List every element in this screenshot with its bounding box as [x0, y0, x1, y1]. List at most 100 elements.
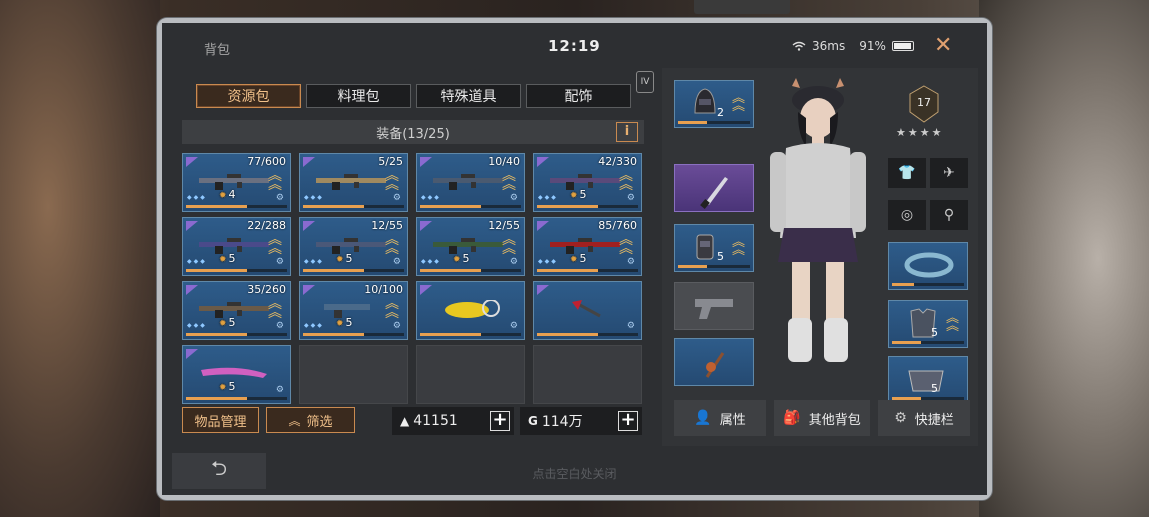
shortcut-bar-button[interactable]: ⚙ 快捷栏 — [878, 400, 970, 436]
bracelet-slot[interactable] — [888, 242, 968, 290]
durability-bar — [678, 265, 750, 268]
info-button[interactable]: i — [616, 122, 638, 142]
durability-bar — [186, 269, 287, 272]
settings-icon: ⚙ — [626, 193, 635, 203]
tab-resource-bag[interactable]: 资源包 — [196, 84, 301, 108]
currency-primary-value: 41151 — [413, 413, 458, 429]
inventory-slot[interactable]: 12/55︽︽ ◆◆◆ 5 ⚙ — [299, 217, 408, 276]
pistol-icon — [695, 299, 733, 319]
currency-secondary: G 114万 + — [520, 407, 642, 435]
background-right — [979, 0, 1149, 517]
inventory-slot[interactable]: 35/260︽︽ ◆◆◆ 5 ⚙ — [182, 281, 291, 340]
helmet-slot[interactable]: 2 ︽ ︽ — [674, 80, 754, 128]
armor-slot[interactable]: 5 ︽ ︽ — [888, 300, 968, 348]
inventory-slot[interactable]: 5⚙ — [182, 345, 291, 404]
durability-bar — [420, 333, 521, 336]
rarity-dots-icon: ◆◆◆ — [187, 194, 207, 201]
mask-icon — [908, 370, 944, 392]
inventory-slot[interactable]: 77/600︽︽ ◆◆◆ 4 ⚙ — [182, 153, 291, 212]
tab-accessories[interactable]: 配饰 — [526, 84, 631, 108]
inventory-slot[interactable]: 12/55︽︽ ◆◆◆ 5 ⚙ — [416, 217, 525, 276]
ammo-count: 35/260 — [247, 283, 286, 296]
rank-stars: ★★★★ — [896, 126, 944, 139]
attributes-button[interactable]: 👤 属性 — [674, 400, 766, 436]
durability-bar — [892, 283, 964, 286]
ping-text: 36ms — [812, 39, 846, 53]
close-button[interactable]: ✕ — [934, 33, 952, 58]
rarity-icon — [420, 285, 432, 295]
inventory-slot[interactable]: 5/25 ︽ ︽ ◆◆◆ ⚙ — [299, 153, 408, 212]
upgrade-chevron-icon: ︽ ︽ — [268, 168, 282, 193]
upgrade-chevron-icon: ︽ ︽ — [268, 296, 282, 321]
add-secondary-button[interactable]: + — [618, 411, 638, 431]
backpack-slot[interactable]: 5 ︽ ︽ — [674, 224, 754, 272]
melee-slot[interactable] — [674, 164, 754, 212]
turret-icon: ⚲ — [943, 207, 955, 223]
clock: 12:19 — [548, 37, 601, 55]
pistol-slot[interactable] — [674, 282, 754, 330]
rarity-icon — [186, 157, 198, 167]
inventory-slot[interactable]: ⚙ — [533, 281, 642, 340]
durability-bar — [892, 341, 964, 344]
rifle-icon — [550, 174, 620, 190]
empty-slot[interactable] — [416, 345, 525, 404]
helmet-level: 2 — [717, 106, 724, 119]
rarity-icon — [303, 285, 315, 295]
item-level: 5 — [570, 188, 587, 201]
turret-slot[interactable]: ⚲ — [930, 200, 968, 230]
wifi-icon — [792, 41, 806, 51]
section-header: 装备(13/25) i — [182, 120, 644, 144]
drone-slot[interactable]: ✈ — [930, 158, 968, 188]
shirt-icon: 👕 — [898, 165, 916, 181]
tab-special-items[interactable]: 特殊道具 — [416, 84, 521, 108]
other-bag-label: 其他背包 — [808, 412, 861, 428]
upgrade-chevron-icon: ︽ ︽ — [385, 168, 399, 193]
settings-icon: ⚙ — [392, 321, 401, 331]
ammo-count: 12/55 — [488, 219, 520, 232]
item-management-button[interactable]: 物品管理 — [182, 407, 259, 433]
add-primary-button[interactable]: + — [490, 411, 510, 431]
outfit-slot[interactable]: 👕 — [888, 158, 926, 188]
settings-icon: ⚙ — [626, 257, 635, 267]
rarity-icon — [186, 285, 198, 295]
durability-bar — [537, 333, 638, 336]
character-panel: 2 ︽ ︽ 5 ︽ ︽ 17 ★★★★ 👕 ✈ ◎ ⚲ 5 ︽ ︽ 5 — [662, 68, 978, 446]
inventory-slot[interactable]: 42/330︽︽ ◆◆◆ 5 ⚙ — [533, 153, 642, 212]
sniper-icon — [316, 174, 386, 190]
upgrade-chevron-icon: ︽ ︽ — [731, 91, 745, 114]
item-level: 5 — [453, 252, 470, 265]
tab-cooking-bag[interactable]: 料理包 — [306, 84, 411, 108]
inventory-slot[interactable]: 22/288︽︽ ◆◆◆ 5 ⚙ — [182, 217, 291, 276]
filter-button[interactable]: ︽ 筛选 — [266, 407, 355, 433]
chainsaw-icon — [445, 300, 500, 318]
tool-slot[interactable] — [674, 338, 754, 386]
accessory-level: 5 — [931, 382, 938, 395]
character-level: 17 — [917, 96, 931, 109]
rifle-icon — [433, 174, 503, 190]
inventory-slot[interactable]: 85/760︽︽ ◆◆◆ 5 ⚙ — [533, 217, 642, 276]
inventory-slot[interactable]: 10/100︽︽ ◆◆◆ 5 ⚙ — [299, 281, 408, 340]
ammo-count: 22/288 — [247, 219, 286, 232]
knife-icon — [700, 177, 728, 209]
settings-icon: ⚙ — [392, 193, 401, 203]
backpack-level: 5 — [717, 250, 724, 263]
accessory-slot[interactable]: 5 — [888, 356, 968, 404]
inventory-slot[interactable]: ⚙ — [416, 281, 525, 340]
coin-icon: G — [528, 414, 538, 428]
other-bag-button[interactable]: 🎒 其他背包 — [774, 400, 870, 436]
settings-icon: ⚙ — [626, 321, 635, 331]
inventory-slot[interactable]: 10/40 ︽ ︽ ◆◆◆ ⚙ — [416, 153, 525, 212]
pistol-icon — [324, 304, 370, 318]
close-hint: 点击空白处关闭 — [532, 467, 617, 481]
rifle-icon — [199, 302, 269, 318]
mountain-icon: ▲ — [400, 414, 410, 428]
item-level: 5 — [219, 380, 236, 393]
backpack-window: 背包 12:19 36ms 91% ✕ 资源包 料理包 特殊道具 配饰 IV 装… — [157, 18, 992, 500]
battery-text: 91% — [859, 39, 886, 53]
ring-slot[interactable]: ◎ — [888, 200, 926, 230]
status-bar: 36ms 91% — [792, 39, 914, 53]
settings-icon: ⚙ — [275, 193, 284, 203]
ammo-count: 5/25 — [378, 155, 403, 168]
empty-slot[interactable] — [299, 345, 408, 404]
empty-slot[interactable] — [533, 345, 642, 404]
